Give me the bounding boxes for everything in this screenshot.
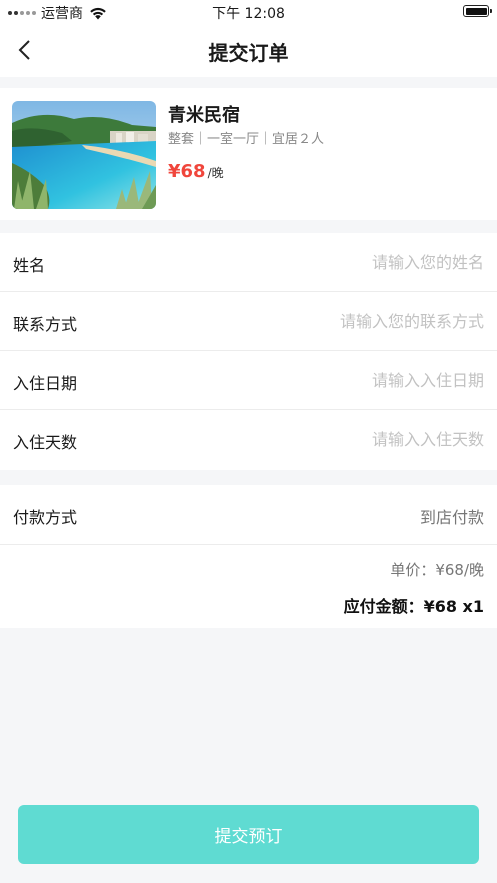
property-photo — [12, 101, 156, 209]
submit-booking-button[interactable]: 提交预订 — [18, 805, 479, 864]
page-title: 提交订单 — [208, 41, 289, 65]
stay-days-input[interactable] — [224, 424, 484, 454]
name-label: 姓名 — [13, 256, 46, 275]
property-card[interactable]: 青米民宿 整套｜一室一厅｜宜居２人 ¥68/晚 — [0, 88, 497, 220]
stay-days-label: 入住天数 — [13, 433, 78, 452]
status-bar: 运营商 下午 12:08 — [0, 0, 497, 24]
price-value: ¥68 — [168, 161, 206, 182]
checkin-date-input[interactable] — [224, 365, 484, 395]
name-input[interactable] — [224, 247, 484, 277]
name-row: 姓名 — [0, 233, 497, 292]
battery-icon — [463, 5, 492, 17]
checkin-date-label: 入住日期 — [13, 374, 78, 393]
property-price: ¥68/晚 — [168, 161, 224, 182]
contact-input[interactable] — [224, 306, 484, 336]
price-unit: /晚 — [207, 166, 224, 180]
status-time: 下午 12:08 — [212, 6, 285, 22]
checkin-date-row: 入住日期 — [0, 351, 497, 410]
nav-bar: 提交订单 — [0, 24, 497, 77]
payment-method-label: 付款方式 — [13, 508, 78, 527]
payment-section: 付款方式 到店付款 单价：¥68/晚 应付金额：¥68 x1 — [0, 485, 497, 628]
guest-form: 姓名 联系方式 入住日期 入住天数 — [0, 233, 497, 470]
unit-price: 单价：¥68/晚 — [390, 561, 484, 579]
total-amount: 应付金额：¥68 x1 — [343, 597, 484, 616]
payment-method-value: 到店付款 — [419, 508, 484, 527]
property-description: 整套｜一室一厅｜宜居２人 — [168, 132, 325, 147]
contact-row: 联系方式 — [0, 292, 497, 351]
payment-method-row[interactable]: 付款方式 到店付款 — [0, 485, 497, 545]
stay-days-row: 入住天数 — [0, 410, 497, 470]
contact-label: 联系方式 — [13, 315, 78, 334]
property-name: 青米民宿 — [168, 105, 240, 126]
